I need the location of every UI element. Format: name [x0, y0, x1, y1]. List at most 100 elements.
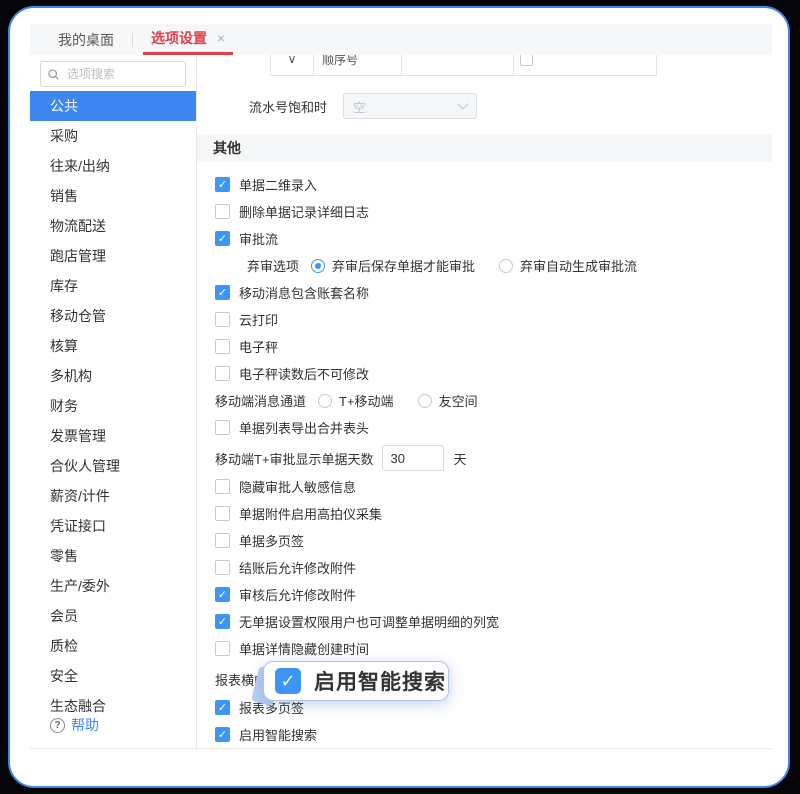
setting-row: 移动端T+审批显示单据天数 天	[215, 445, 772, 471]
setting-row: ✓ 审批流	[215, 229, 772, 248]
checkbox[interactable]	[215, 204, 230, 219]
chevron-down-icon	[457, 98, 469, 110]
sidebar-item[interactable]: 采购	[30, 121, 196, 151]
tab-option-settings[interactable]: 选项设置 ×	[143, 24, 234, 55]
sidebar-item[interactable]: 财务	[30, 391, 196, 421]
sidebar-item[interactable]: 安全	[30, 661, 196, 691]
sidebar-item[interactable]: 发票管理	[30, 421, 196, 451]
table-cell	[402, 55, 514, 76]
input-suffix: 天	[453, 451, 467, 467]
sidebar-item[interactable]: 质检	[30, 631, 196, 661]
checkbox[interactable]	[215, 479, 230, 494]
setting-row: 隐藏审批人敏感信息	[215, 477, 772, 496]
setting-label: 云打印	[239, 313, 279, 328]
checkbox[interactable]: ✓	[215, 231, 230, 246]
settings-panel: ∨ 顺序号 流水号饱和时 空 其他 ✓ 单据二维录入删除单据记录详细日志 ✓ 审批流弃审…	[197, 55, 772, 748]
radio-option[interactable]: 弃审后保存单据才能审批	[311, 256, 475, 275]
setting-row: ✓ 无单据设置权限用户也可调整单据明细的列宽	[215, 612, 772, 631]
checkbox[interactable]: ✓	[215, 177, 230, 192]
search-box[interactable]	[40, 61, 186, 87]
setting-row: 删除单据记录详细日志	[215, 202, 772, 221]
window-inner: 我的桌面 选项设置 × 公共采购往来/出纳销售物流配送跑店管理库存移动仓管核算多…	[10, 8, 788, 768]
checkbox[interactable]: ✓	[215, 700, 230, 715]
table-cell	[514, 55, 657, 76]
section-header-other: 其他	[197, 134, 772, 162]
setting-label: 单据多页签	[239, 534, 305, 549]
radio[interactable]	[311, 258, 326, 273]
serial-saturation-label: 流水号饱和时	[249, 99, 328, 115]
sidebar-item[interactable]: 公共	[30, 91, 196, 121]
radio-option[interactable]: T+移动端	[318, 391, 394, 410]
setting-label: 移动端T+审批显示单据天数	[215, 451, 374, 467]
zoom-tooltip: ✓ 启用智能搜索	[263, 661, 449, 701]
setting-label: 结账后允许修改附件	[239, 561, 357, 576]
sidebar-item[interactable]: 会员	[30, 601, 196, 631]
checkbox[interactable]: ✓	[215, 614, 230, 629]
setting-label: 隐藏审批人敏感信息	[239, 480, 357, 495]
checkbox[interactable]	[215, 312, 230, 327]
checkbox[interactable]	[215, 641, 230, 656]
sidebar-item[interactable]: 移动仓管	[30, 301, 196, 331]
help-link[interactable]: ? 帮助	[30, 715, 196, 748]
setting-row: ✓ 启用智能搜索	[215, 725, 772, 744]
radio[interactable]	[499, 258, 514, 273]
sidebar: 公共采购往来/出纳销售物流配送跑店管理库存移动仓管核算多机构财务发票管理合伙人管…	[30, 55, 197, 748]
number-input[interactable]	[381, 445, 444, 471]
setting-label: 无单据设置权限用户也可调整单据明细的列宽	[239, 615, 500, 630]
sidebar-item[interactable]: 物流配送	[30, 211, 196, 241]
close-icon[interactable]: ×	[217, 31, 225, 45]
window-footer	[30, 749, 772, 768]
checkbox[interactable]	[520, 55, 533, 66]
zoom-tooltip-label: 启用智能搜索	[314, 671, 446, 694]
search-input[interactable]	[65, 66, 179, 82]
sidebar-item[interactable]: 零售	[30, 541, 196, 571]
tab-divider	[132, 32, 133, 47]
checkbox[interactable]	[215, 560, 230, 575]
sidebar-item[interactable]: 多机构	[30, 361, 196, 391]
partial-table-row: ∨ 顺序号	[270, 55, 657, 76]
setting-label: 单据二维录入	[239, 178, 318, 193]
sidebar-item[interactable]: 薪资/计件	[30, 481, 196, 511]
sidebar-item[interactable]: 销售	[30, 181, 196, 211]
radio[interactable]	[318, 393, 333, 408]
setting-label: 单据列表导出合并表头	[239, 421, 370, 436]
app-window: 我的桌面 选项设置 × 公共采购往来/出纳销售物流配送跑店管理库存移动仓管核算多…	[8, 6, 790, 788]
checkbox[interactable]: ✓	[215, 587, 230, 602]
radio-label: 友空间	[438, 394, 478, 409]
group-label: 移动端消息通道	[215, 394, 307, 409]
setting-label: 电子秤	[239, 340, 279, 355]
sidebar-item[interactable]: 生态融合	[30, 691, 196, 715]
sidebar-item[interactable]: 往来/出纳	[30, 151, 196, 181]
sidebar-item[interactable]: 凭证接口	[30, 511, 196, 541]
checkbox[interactable]	[215, 420, 230, 435]
checkbox[interactable]: ✓	[215, 727, 230, 742]
sidebar-item[interactable]: 合伙人管理	[30, 451, 196, 481]
radio-option[interactable]: 友空间	[417, 391, 478, 410]
radio-option[interactable]: 弃审自动生成审批流	[499, 256, 637, 275]
sidebar-item[interactable]: 跑店管理	[30, 241, 196, 271]
help-label: 帮助	[71, 717, 99, 733]
sidebar-nav: 公共 采购 往来/出纳 销售 物流配送 跑店管理 库存 移动仓管 核算 多机构 财务 发票管理 合伙人管…	[30, 91, 196, 715]
checkbox[interactable]	[215, 339, 230, 354]
checkbox[interactable]	[215, 366, 230, 381]
checkbox[interactable]	[215, 533, 230, 548]
radio-label: 弃审后保存单据才能审批	[332, 259, 476, 274]
setting-row: 单据详情隐藏创建时间	[215, 639, 772, 658]
setting-label: 删除单据记录详细日志	[239, 205, 370, 220]
search-icon	[48, 68, 59, 80]
setting-label: 审批流	[239, 232, 279, 247]
sidebar-item[interactable]: 库存	[30, 271, 196, 301]
radio[interactable]	[417, 393, 432, 408]
tab-bar: 我的桌面 选项设置 ×	[30, 24, 772, 55]
serial-saturation-row: 流水号饱和时 空	[249, 93, 772, 119]
sidebar-item[interactable]: 生产/委外	[30, 571, 196, 601]
tab-my-desktop[interactable]: 我的桌面	[50, 24, 122, 55]
checkbox[interactable]: ✓	[215, 285, 230, 300]
checkbox[interactable]	[215, 506, 230, 521]
setting-row: 单据列表导出合并表头	[215, 418, 772, 437]
sidebar-item[interactable]: 核算	[30, 331, 196, 361]
setting-row: 单据附件启用高拍仪采集	[215, 504, 772, 523]
setting-label: 单据详情隐藏创建时间	[239, 642, 370, 657]
tab-label: 选项设置	[151, 30, 207, 46]
saturation-select: 空	[343, 93, 478, 119]
